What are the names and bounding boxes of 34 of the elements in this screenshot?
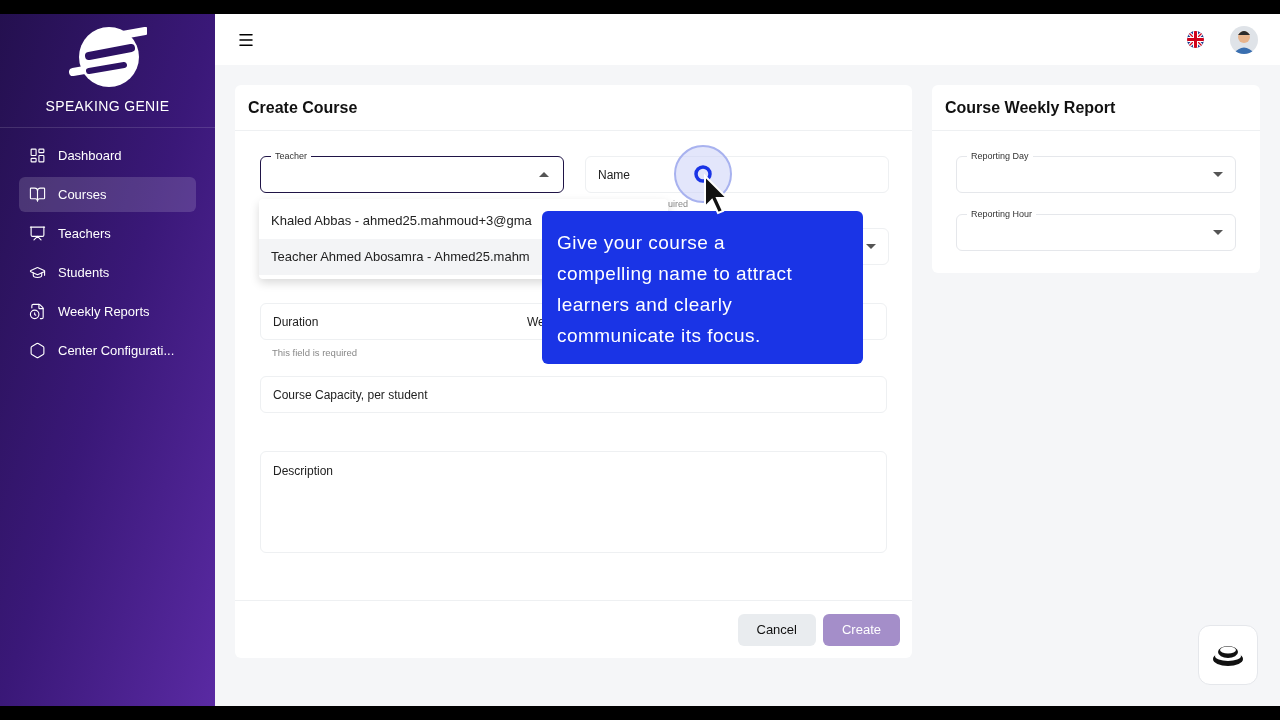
floating-button[interactable]	[1198, 625, 1258, 685]
description-field[interactable]: Description	[260, 451, 887, 554]
field-label: Reporting Day	[967, 150, 1033, 162]
caret-icon	[539, 172, 549, 177]
helper-text: uired	[668, 198, 688, 209]
sidebar-item[interactable]: Weekly Reports	[19, 294, 196, 329]
field-label: Reporting Hour	[967, 208, 1037, 220]
caret-icon	[1213, 172, 1223, 177]
sidebar-item[interactable]: Center Configurati...	[19, 333, 196, 368]
error-text: This field is required	[272, 346, 358, 360]
document-clock-icon	[29, 303, 46, 320]
avatar-icon[interactable]	[1230, 25, 1258, 54]
brand-name: SPEAKING GENIE	[45, 97, 170, 116]
cancel-button[interactable]: Cancel	[737, 613, 816, 646]
flag-icon[interactable]	[1187, 31, 1204, 48]
sidebar-item[interactable]: Teachers	[19, 216, 196, 251]
logo-icon	[68, 26, 147, 88]
sidebar-item[interactable]: Courses	[19, 177, 196, 212]
push-button-icon	[1212, 643, 1244, 667]
tooltip: Give your course a compelling name to attract learners and clearly communicate its focus.	[542, 211, 863, 364]
card-title: Course Weekly Report	[945, 97, 1116, 118]
dashboard-icon	[29, 147, 46, 164]
name-field[interactable]: Name	[585, 156, 889, 193]
board-icon	[29, 225, 46, 242]
field-label: Teacher	[271, 150, 312, 162]
caret-icon	[866, 244, 876, 249]
sidebar-item[interactable]: Students	[19, 255, 196, 290]
caret-icon	[1213, 230, 1223, 235]
capacity-field[interactable]: Course Capacity, per student	[260, 376, 887, 414]
graduation-cap-icon	[29, 264, 46, 281]
card-title: Create Course	[248, 97, 358, 118]
hexagon-icon	[29, 342, 46, 359]
sidebar-item[interactable]: Dashboard	[19, 138, 196, 173]
book-icon	[29, 186, 46, 203]
